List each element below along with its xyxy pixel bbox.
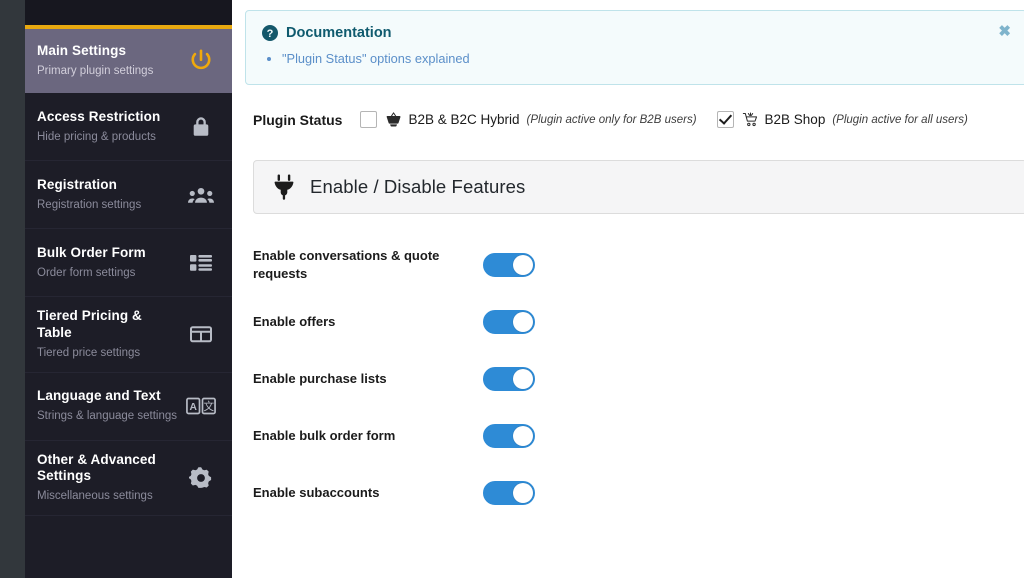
b2b-shop-checkbox[interactable] [716,111,734,129]
shopping-cart-icon [742,112,759,128]
hybrid-checkbox[interactable] [360,111,378,129]
sidebar-item-access-restriction[interactable]: Access Restriction Hide pricing & product… [25,93,232,161]
svg-text:A: A [190,402,198,413]
feature-label: Enable offers [253,313,336,329]
sidebar-item-sublabel: Tiered price settings [37,346,141,359]
notice-header: ? Documentation [262,25,1010,41]
sidebar-item-text: Registration Registration settings [37,177,147,213]
notice-title: Documentation [286,25,392,41]
toggle-enable-bulk-order-form[interactable] [483,423,535,448]
list-icon [186,248,216,278]
feature-label: Enable conversations & quote requests [253,248,440,281]
users-icon [186,180,216,210]
shopping-basket-icon [385,112,402,128]
b2b-shop-option-hint: (Plugin active for all users) [832,113,968,126]
sidebar-item-label: Other & Advanced Settings [37,451,156,484]
plugin-status-label: Plugin Status [253,111,343,128]
sidebar-item-bulk-order-form[interactable]: Bulk Order Form Order form settings [25,229,232,297]
documentation-notice: ? Documentation "Plugin Status" options … [245,10,1024,86]
lock-icon [186,112,216,142]
feature-row-enable-conversations-quote-requests: Enable conversations & quote requests [253,236,1014,293]
toggle-enable-offers[interactable] [483,309,535,334]
feature-row-enable-purchase-lists: Enable purchase lists [253,350,1014,407]
sidebar-item-text: Bulk Order Form Order form settings [37,245,152,281]
sidebar-item-sublabel: Order form settings [37,266,136,279]
translate-icon: A文 [186,391,216,421]
plugin-status-row: Plugin Status B2B & B2C Hybrid (Plugin a… [253,111,1014,129]
sidebar-item-label: Registration [37,176,117,192]
sidebar-item-main-settings[interactable]: Main Settings Primary plugin settings [25,25,232,93]
hybrid-option-hint: (Plugin active only for B2B users) [526,113,697,126]
toggle-knob [513,368,533,389]
power-icon [186,46,216,76]
feature-row-enable-offers: Enable offers [253,293,1014,350]
sidebar-item-label: Main Settings [37,43,127,59]
toggle-knob [513,425,533,446]
toggle-enable-subaccounts[interactable] [483,480,535,505]
feature-label: Enable bulk order form [253,427,396,443]
sidebar-item-text: Main Settings Primary plugin settings [37,43,159,79]
sidebar-item-sublabel: Miscellaneous settings [37,490,153,503]
features-panel-header: Enable / Disable Features [254,161,1024,213]
features-panel: Enable / Disable Features [253,160,1024,215]
toggle-knob [513,254,533,275]
sidebar-item-text: Tiered Pricing & Table Tiered price setti… [37,308,186,361]
toggle-knob [513,311,533,332]
sidebar-item-text: Other & Advanced Settings Miscellaneous s… [37,452,186,505]
notice-link-item[interactable]: "Plugin Status" options explained [282,49,1010,68]
sidebar-item-text: Language and Text Strings & language sett… [37,388,183,424]
close-icon[interactable]: ✖ [993,20,1016,43]
sidebar-item-text: Access Restriction Hide pricing & product… [37,109,166,145]
sidebar-item-sublabel: Hide pricing & products [37,130,156,143]
toggle-knob [513,482,533,503]
plug-icon [272,174,296,200]
svg-text:文: 文 [203,400,214,413]
main-content: ? Documentation "Plugin Status" options … [232,0,1024,578]
toggle-enable-conversations-quote-requests[interactable] [483,252,535,277]
settings-sidebar: Main Settings Primary plugin settings Acce… [25,0,232,578]
sidebar-item-language-and-text[interactable]: Language and Text Strings & language sett… [25,373,232,441]
sidebar-item-label: Language and Text [37,388,161,404]
sidebar-item-registration[interactable]: Registration Registration settings [25,161,232,229]
table-icon [186,319,216,349]
hybrid-option-name: B2B & B2C Hybrid [408,112,520,128]
sidebar-item-sublabel: Registration settings [37,198,142,211]
b2b-shop-option-name: B2B Shop [764,112,826,128]
toggle-enable-purchase-lists[interactable] [483,366,535,391]
plugin-status-option-b2b[interactable]: B2B Shop (Plugin active for all users) [716,111,968,129]
feature-label: Enable purchase lists [253,370,387,386]
plugin-status-option-hybrid[interactable]: B2B & B2C Hybrid (Plugin active only for… [360,111,697,129]
feature-row-enable-subaccounts: Enable subaccounts [253,464,1014,521]
feature-label: Enable subaccounts [253,484,380,500]
notice-link-list: "Plugin Status" options explained [282,49,1010,68]
gear-icon [186,463,216,493]
sidebar-item-label: Access Restriction [37,108,161,124]
feature-row-enable-bulk-order-form: Enable bulk order form [253,407,1014,464]
sidebar-item-tiered-pricing-table[interactable]: Tiered Pricing & Table Tiered price setti… [25,297,232,373]
sidebar-item-sublabel: Primary plugin settings [37,65,154,78]
question-circle-icon: ? [262,25,278,41]
sidebar-item-sublabel: Strings & language settings [37,410,178,423]
sidebar-item-other-advanced-settings[interactable]: Other & Advanced Settings Miscellaneous s… [25,441,232,517]
plugin-settings-page: Main Settings Primary plugin settings Acce… [0,0,1024,578]
svg-text:?: ? [267,28,274,40]
admin-rail [0,0,25,578]
sidebar-item-label: Bulk Order Form [37,244,146,260]
sidebar-top-spacer [25,0,232,25]
sidebar-item-label: Tiered Pricing & Table [37,308,142,340]
feature-toggle-list: Enable conversations & quote requests Ena… [253,236,1014,521]
features-panel-title: Enable / Disable Features [310,176,526,198]
